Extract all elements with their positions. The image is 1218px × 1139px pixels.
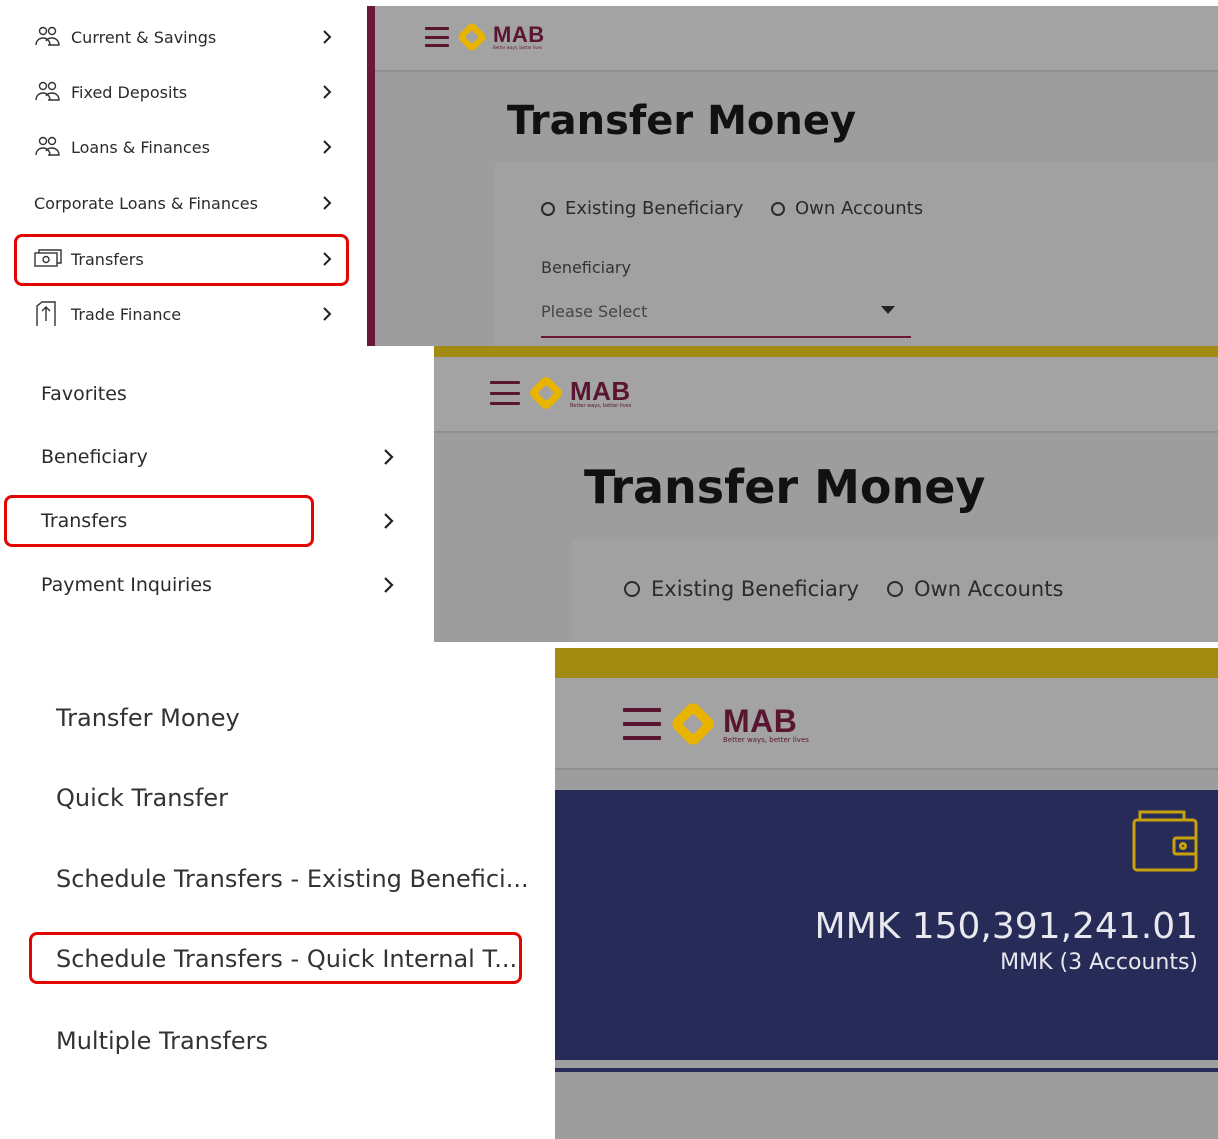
- chevron-right-icon: [380, 448, 396, 466]
- menu-item-label: Beneficiary: [41, 446, 148, 468]
- brand-tagline: Better ways, better lives: [570, 402, 632, 409]
- people-icon: [34, 135, 62, 159]
- radio-label: Own Accounts: [914, 577, 1064, 601]
- radio-existing-beneficiary[interactable]: Existing Beneficiary: [541, 198, 743, 219]
- radio-own-accounts[interactable]: Own Accounts: [887, 577, 1063, 601]
- menu-item-label: Favorites: [41, 383, 127, 405]
- chevron-right-icon: [320, 196, 334, 210]
- radio-own-accounts[interactable]: Own Accounts: [771, 198, 923, 219]
- wallet-icon: [1132, 810, 1198, 872]
- panel-3-screen: MAB Better ways, better lives MMK 150,39…: [555, 648, 1218, 1139]
- diamond-logo-icon: [672, 703, 714, 745]
- diamond-logo-icon: [458, 23, 486, 51]
- divider: [555, 1068, 1218, 1072]
- page-title: Transfer Money: [507, 98, 857, 144]
- radio-label: Existing Beneficiary: [651, 577, 859, 601]
- chevron-right-icon: [380, 512, 396, 530]
- total-balance: MMK 150,391,241.01: [814, 906, 1198, 947]
- diamond-logo-icon: [530, 377, 562, 409]
- header-bar: MAB Better ways, better lives: [434, 357, 1218, 433]
- beneficiary-label: Beneficiary: [541, 258, 631, 277]
- select-placeholder: Please Select: [541, 302, 648, 321]
- balance-card[interactable]: MMK 150,391,241.01 MMK (3 Accounts): [555, 790, 1218, 1060]
- header-bar: MAB Better ways, better lives: [555, 678, 1218, 770]
- menu-item-quick-transfer[interactable]: Quick Transfer: [56, 784, 228, 812]
- chevron-right-icon: [320, 140, 334, 154]
- menu-item-label: Payment Inquiries: [41, 574, 212, 596]
- menu-item-transfer-money[interactable]: Transfer Money: [56, 704, 240, 732]
- caret-down-icon: [881, 306, 895, 314]
- menu-item-current-savings[interactable]: Current & Savings: [34, 22, 334, 52]
- highlight-box: [29, 932, 522, 984]
- panel-2-screen: MAB Better ways, better lives Transfer M…: [434, 346, 1218, 642]
- radio-label: Own Accounts: [795, 198, 924, 219]
- menu-item-label: Corporate Loans & Finances: [34, 193, 258, 213]
- brand-name: MAB: [570, 375, 631, 406]
- menu-item-payment-inquiries[interactable]: Payment Inquiries: [41, 568, 396, 602]
- hamburger-icon[interactable]: [425, 27, 449, 47]
- beneficiary-select[interactable]: Please Select: [541, 296, 911, 338]
- mab-logo[interactable]: MAB Better ways, better lives: [425, 20, 545, 54]
- menu-item-label: Trade Finance: [71, 304, 182, 324]
- highlight-box: [14, 234, 349, 286]
- chevron-right-icon: [380, 576, 396, 594]
- header-bar: MAB Better ways, better lives: [375, 6, 1218, 72]
- radio-existing-beneficiary[interactable]: Existing Beneficiary: [624, 577, 859, 601]
- transfer-form-card: Existing Beneficiary Own Accounts Benefi…: [495, 162, 1218, 346]
- mab-logo[interactable]: MAB Better ways, better lives: [623, 698, 809, 750]
- brand-name: MAB: [493, 22, 545, 47]
- left-accent-bar: [367, 6, 375, 346]
- hamburger-icon[interactable]: [623, 708, 661, 740]
- page-title: Transfer Money: [584, 460, 986, 514]
- people-icon: [34, 25, 62, 49]
- radio-selected-icon: [624, 581, 640, 597]
- radio-selected-icon: [541, 201, 555, 216]
- radio-empty-icon: [771, 201, 785, 216]
- menu-item-schedule-existing[interactable]: Schedule Transfers - Existing Benefici..…: [56, 865, 529, 893]
- brand-tagline: Better ways, better lives: [493, 45, 543, 50]
- trade-icon: [34, 301, 62, 326]
- radio-label: Existing Beneficiary: [565, 198, 744, 219]
- chevron-right-icon: [320, 30, 334, 44]
- menu-item-trade-finance[interactable]: Trade Finance: [34, 299, 334, 329]
- menu-item-loans-finances[interactable]: Loans & Finances: [34, 132, 334, 162]
- top-accent-bar: [555, 648, 1218, 678]
- top-accent-bar: [434, 346, 1218, 357]
- menu-item-label: Loans & Finances: [71, 137, 210, 157]
- panel-1-screen: MAB Better ways, better lives Transfer M…: [367, 6, 1218, 346]
- balance-accounts-label: MMK (3 Accounts): [1000, 950, 1198, 975]
- transfer-form-card: Existing Beneficiary Own Accounts: [572, 539, 1218, 642]
- radio-empty-icon: [887, 581, 903, 597]
- chevron-right-icon: [320, 307, 334, 321]
- menu-item-label: Current & Savings: [71, 27, 217, 47]
- brand-tagline: Better ways, better lives: [723, 735, 809, 744]
- menu-item-favorites[interactable]: Favorites: [41, 377, 396, 411]
- brand-name: MAB: [723, 702, 798, 739]
- menu-item-fixed-deposits[interactable]: Fixed Deposits: [34, 77, 334, 107]
- highlight-box: [4, 495, 314, 547]
- people-icon: [34, 80, 62, 104]
- menu-item-multiple-transfers[interactable]: Multiple Transfers: [56, 1027, 268, 1055]
- menu-item-label: Fixed Deposits: [71, 82, 188, 102]
- menu-item-corporate-loans[interactable]: Corporate Loans & Finances: [34, 188, 334, 218]
- hamburger-icon[interactable]: [490, 381, 520, 405]
- chevron-right-icon: [320, 85, 334, 99]
- mab-logo[interactable]: MAB Better ways, better lives: [490, 373, 631, 413]
- menu-item-beneficiary[interactable]: Beneficiary: [41, 440, 396, 474]
